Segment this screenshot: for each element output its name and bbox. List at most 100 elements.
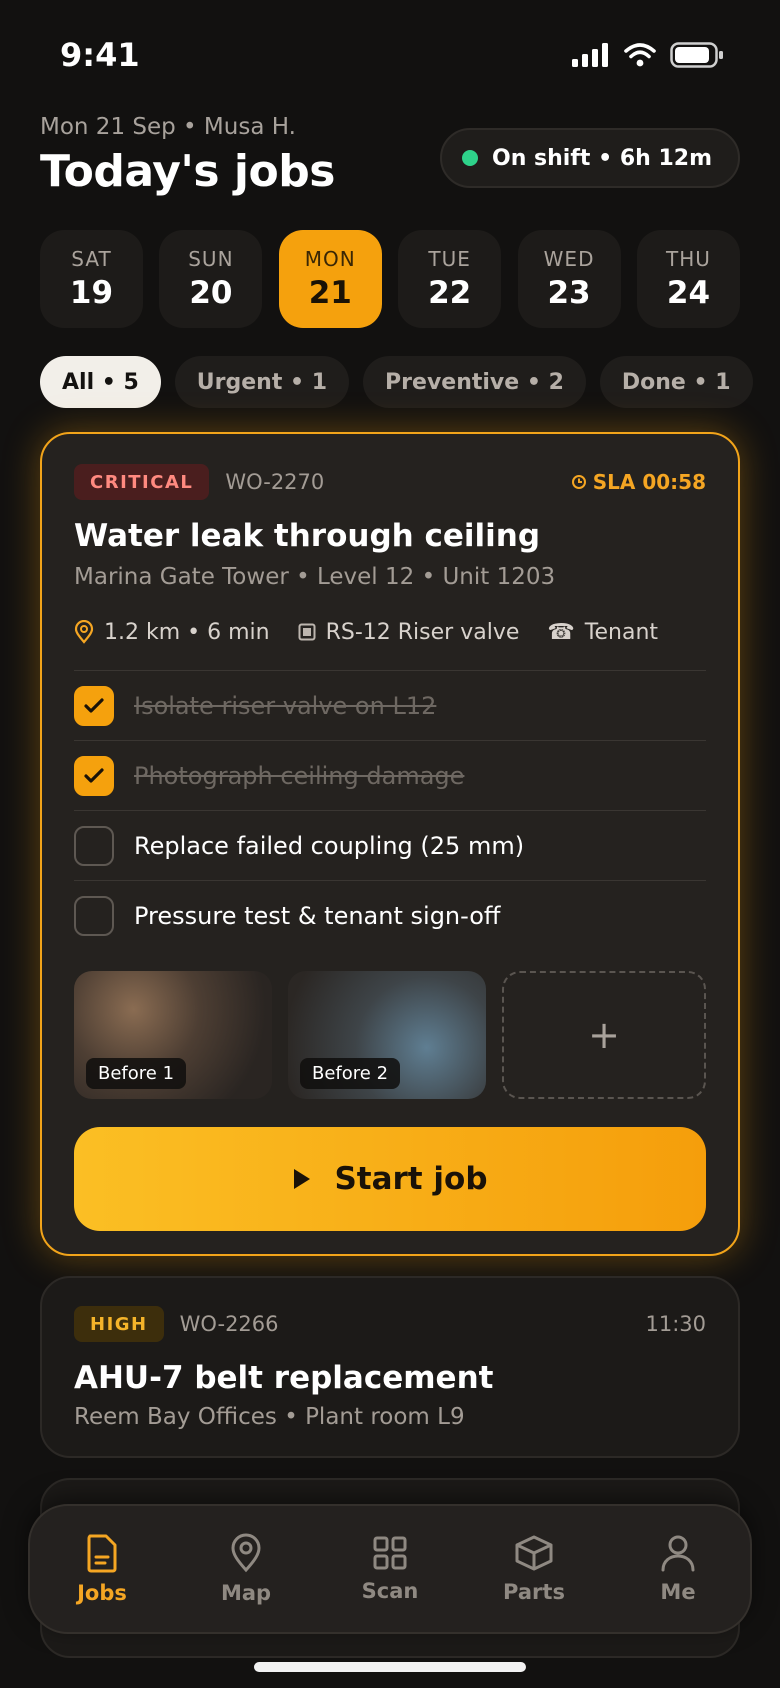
bottom-tab-bar: Jobs Map Scan Parts Me — [28, 1504, 752, 1634]
start-job-label: Start job — [334, 1161, 488, 1197]
job-title: AHU-7 belt replacement — [74, 1360, 494, 1396]
asset-tag-icon — [298, 623, 316, 641]
day-wed[interactable]: WED 23 — [517, 230, 621, 328]
asset-label: RS-12 Riser valve — [325, 619, 520, 645]
tab-label: Scan — [361, 1579, 419, 1603]
job-meta: 1.2 km • 6 min RS-12 Riser valve ☎ Tenan… — [74, 612, 706, 652]
day-tue[interactable]: TUE 22 — [398, 230, 502, 328]
job-address: Marina Gate Tower • Level 12 • Unit 1203 — [74, 564, 556, 590]
priority-badge-high: HIGH — [74, 1306, 164, 1342]
job-address: Reem Bay Offices • Plant room L9 — [74, 1404, 465, 1430]
status-time: 9:41 — [60, 36, 140, 74]
home-indicator[interactable] — [254, 1662, 526, 1672]
job-title: Water leak through ceiling — [74, 518, 541, 554]
signal-icon — [572, 43, 608, 67]
work-order-id: WO-2270 — [225, 470, 325, 494]
job-time: 11:30 — [645, 1312, 706, 1336]
day-selector: SAT 19 SUN 20 MON 21 TUE 22 WED 23 THU 24 — [40, 230, 740, 328]
day-number: 22 — [428, 275, 472, 311]
day-thu[interactable]: THU 24 — [636, 230, 740, 328]
checkbox-unchecked[interactable] — [74, 825, 114, 866]
day-label: THU — [666, 247, 711, 271]
day-label: MON — [304, 247, 356, 271]
document-icon — [87, 1534, 117, 1573]
work-order-id: WO-2266 — [179, 1312, 279, 1336]
checklist-label: Pressure test & tenant sign-off — [134, 902, 501, 930]
status-icons — [572, 42, 724, 68]
grid-icon — [373, 1536, 407, 1570]
checklist-item[interactable]: Isolate riser valve on L12 — [74, 671, 706, 741]
box-icon — [515, 1535, 553, 1571]
day-number: 19 — [69, 275, 114, 311]
wifi-icon — [624, 43, 656, 67]
tab-jobs[interactable]: Jobs — [47, 1533, 157, 1605]
clock-icon — [571, 475, 586, 489]
checklist-label: Photograph ceiling damage — [134, 761, 465, 790]
task-checklist: Isolate riser valve on L12 Photograph ce… — [74, 670, 706, 951]
sla-label: SLA 00:58 — [592, 470, 706, 494]
day-label: WED — [543, 247, 595, 271]
day-number: 20 — [189, 275, 233, 311]
map-pin-icon — [231, 1533, 261, 1573]
checkmark-icon — [84, 767, 104, 783]
plus-icon: + — [588, 1013, 620, 1057]
tab-label: Parts — [503, 1580, 565, 1604]
location-pin-icon — [74, 620, 94, 644]
tab-label: Me — [660, 1580, 696, 1604]
contact-info[interactable]: ☎ Tenant — [547, 620, 658, 645]
filter-preventive[interactable]: Preventive • 2 — [363, 356, 586, 408]
checklist-item[interactable]: Replace failed coupling (25 mm) — [74, 811, 706, 881]
day-sun[interactable]: SUN 20 — [159, 230, 263, 328]
filter-all[interactable]: All • 5 — [40, 356, 161, 408]
day-label: SUN — [188, 247, 234, 271]
day-label: TUE — [428, 247, 471, 271]
checkmark-icon — [84, 697, 104, 713]
asset-info[interactable]: RS-12 Riser valve — [298, 619, 520, 645]
priority-badge-critical: CRITICAL — [74, 464, 210, 500]
shift-status-label: On shift • 6h 12m — [492, 145, 712, 171]
sla-timer: SLA 00:58 — [571, 470, 706, 494]
tab-parts[interactable]: Parts — [479, 1534, 589, 1604]
play-icon — [294, 1169, 311, 1189]
distance-label: 1.2 km • 6 min — [104, 619, 270, 645]
shift-status-dot — [462, 150, 479, 166]
photo-strip: Before 1 Before 2 + — [74, 971, 706, 1099]
day-sat[interactable]: SAT 19 — [40, 230, 143, 328]
phone-icon: ☎ — [547, 619, 575, 645]
distance-info[interactable]: 1.2 km • 6 min — [74, 620, 270, 645]
day-label: SAT — [71, 247, 112, 271]
checkbox-checked[interactable] — [74, 685, 114, 726]
filter-chips: All • 5 Urgent • 1 Preventive • 2 Done •… — [40, 356, 753, 408]
add-photo-button[interactable]: + — [502, 971, 706, 1099]
battery-icon — [670, 42, 723, 68]
tab-label: Map — [220, 1581, 272, 1605]
contact-label: Tenant — [584, 619, 659, 645]
tab-me[interactable]: Me — [623, 1534, 733, 1604]
checklist-item[interactable]: Pressure test & tenant sign-off — [74, 881, 706, 951]
checklist-label: Replace failed coupling (25 mm) — [134, 831, 525, 860]
job-card-active[interactable]: CRITICAL WO-2270 SLA 00:58 Water leak th… — [40, 432, 740, 1256]
day-number: 23 — [547, 275, 591, 311]
status-bar: 9:41 — [0, 0, 780, 110]
day-mon-selected[interactable]: MON 21 — [278, 230, 382, 328]
day-number: 24 — [666, 275, 711, 311]
filter-done[interactable]: Done • 1 — [599, 356, 753, 408]
checkbox-checked[interactable] — [74, 755, 114, 796]
photo-thumbnail[interactable]: Before 1 — [74, 971, 272, 1099]
checkbox-unchecked[interactable] — [74, 896, 114, 936]
photo-thumbnail[interactable]: Before 2 — [288, 971, 486, 1099]
shift-status-pill[interactable]: On shift • 6h 12m — [440, 128, 740, 188]
photo-label: Before 1 — [86, 1058, 187, 1089]
tab-label: Jobs — [77, 1581, 127, 1605]
photo-label: Before 2 — [300, 1058, 401, 1089]
filter-urgent[interactable]: Urgent • 1 — [174, 356, 350, 408]
header: Mon 21 Sep • Musa H. Today's jobs On shi… — [40, 114, 740, 197]
checklist-label: Isolate riser valve on L12 — [134, 691, 437, 720]
tab-scan[interactable]: Scan — [335, 1535, 445, 1603]
user-icon — [661, 1535, 695, 1572]
checklist-item[interactable]: Photograph ceiling damage — [74, 741, 706, 811]
job-card[interactable]: HIGH WO-2266 11:30 AHU-7 belt replacemen… — [40, 1276, 740, 1458]
tab-map[interactable]: Map — [191, 1533, 301, 1605]
start-job-button[interactable]: Start job — [74, 1127, 706, 1231]
day-number: 21 — [308, 275, 352, 311]
